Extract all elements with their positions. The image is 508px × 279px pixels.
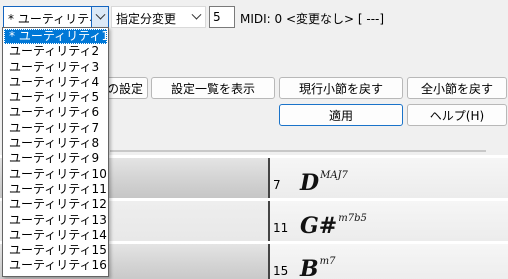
reset-current-bar-button[interactable]: 現行小節を戻す (279, 77, 403, 99)
chord-symbol[interactable]: Bm7 (300, 256, 335, 279)
dropdown-item[interactable]: ユーティリティ3 (4, 60, 107, 75)
chevron-down-icon[interactable] (91, 7, 108, 27)
dropdown-item[interactable]: ユーティリティ9 (4, 151, 107, 166)
chord-root: B (300, 256, 319, 279)
dropdown-item[interactable]: ユーティリティ2 (4, 44, 107, 59)
utility-combo[interactable]: * ユーティリティ1 (3, 6, 109, 28)
barline (268, 244, 270, 279)
number-input[interactable]: 5 (209, 6, 235, 28)
dropdown-item[interactable]: ユーティリティ15 (4, 243, 107, 258)
dropdown-item[interactable]: ユーティリティ5 (4, 90, 107, 105)
bar-number: 11 (273, 221, 289, 235)
chord-symbol[interactable]: G#m7b5 (300, 213, 367, 239)
midi-status: MIDI: 0 <変更なし> [ ---] (240, 12, 385, 26)
show-settings-list-button[interactable]: 設定一覧を表示 (151, 77, 275, 99)
reset-all-bars-label: 全小節を戻す (420, 81, 493, 96)
chord-extension: m7b5 (338, 213, 367, 224)
dropdown-item[interactable]: ユーティリティ11 (4, 182, 107, 197)
barline (268, 201, 270, 241)
chevron-down-icon[interactable] (188, 7, 205, 27)
dropdown-item[interactable]: ユーティリティ4 (4, 75, 107, 90)
show-settings-list-label: 設定一覧を表示 (170, 81, 255, 96)
dropdown-item[interactable]: ユーティリティ10 (4, 167, 107, 182)
dropdown-item[interactable]: ユーティリティ7 (4, 121, 107, 136)
reset-all-bars-button[interactable]: 全小節を戻す (407, 77, 507, 99)
dropdown-item[interactable]: ユーティリティ8 (4, 136, 107, 151)
utility-dropdown-list[interactable]: * ユーティリティ1 * ユーティリティ2 ユーティリティ3 ユーティリティ4 … (2, 27, 109, 277)
dropdown-item[interactable]: ユーティリティ16 (4, 258, 107, 273)
chord-root: G# (300, 213, 338, 239)
chord-symbol[interactable]: DMAJ7 (300, 170, 348, 196)
chord-root: D (300, 170, 320, 196)
help-button[interactable]: ヘルプ(H) (407, 104, 507, 126)
settings-button-label: の設定 (106, 81, 143, 96)
apply-button[interactable]: 適用 (279, 104, 403, 126)
mode-combo[interactable]: 指定分変更 (111, 6, 206, 28)
chord-extension: MAJ7 (320, 170, 348, 181)
divider (110, 150, 486, 152)
mode-combo-value: 指定分変更 (116, 12, 177, 26)
help-label: ヘルプ(H) (429, 108, 485, 123)
dropdown-item[interactable]: ユーティリティ13 (4, 213, 107, 228)
barline (268, 158, 270, 198)
dropdown-item[interactable]: ユーティリティ12 (4, 197, 107, 212)
apply-label: 適用 (328, 108, 353, 123)
dropdown-item[interactable]: ユーティリティ6 (4, 105, 107, 120)
bar-number: 15 (273, 264, 289, 278)
reset-current-bar-label: 現行小節を戻す (298, 81, 383, 96)
bar-number: 7 (273, 178, 281, 192)
chord-extension: m7 (319, 256, 336, 267)
dropdown-item[interactable]: ユーティリティ14 (4, 228, 107, 243)
dropdown-item[interactable]: * ユーティリティ1 * (4, 29, 107, 45)
